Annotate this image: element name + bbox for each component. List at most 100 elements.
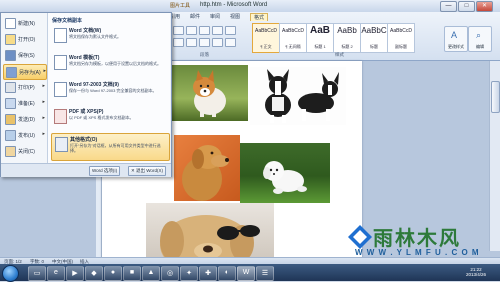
print-icon [5, 82, 16, 93]
menu-item-label: 关闭(C) [18, 149, 35, 155]
style-normal[interactable]: AaBbCcD ¶ 正文 [252, 23, 280, 53]
save-as-word-97-2003[interactable]: Word 97-2003 文档(9) 保存一份与 Word 97-2003 完全… [51, 79, 168, 105]
menu-item-label: 准备(E) [18, 101, 35, 107]
align-right-icon[interactable] [199, 38, 210, 47]
justify-icon[interactable] [212, 38, 223, 47]
open-folder-icon [5, 34, 16, 45]
change-styles-label: 更改样式 [448, 44, 464, 49]
save-as-pdf-xps[interactable]: PDF 或 XPS(P) 以 PDF 或 XPS 格式发布文档副本。 [51, 106, 168, 132]
start-button[interactable] [2, 265, 19, 282]
tab-mailings[interactable]: 邮件 [190, 13, 200, 20]
save-as-word-template[interactable]: Word 模板(T) 将文档另存为模板，以便用于设置以后文档的格式。 [51, 52, 168, 78]
word-options-button[interactable]: Word 选项(I) [89, 166, 121, 176]
white-puppy-photo[interactable] [240, 143, 330, 203]
taskbar-app-4[interactable]: ◆ [85, 266, 103, 281]
maximize-button[interactable]: □ [458, 1, 475, 12]
watermark-url: W W W . Y L M F U . C O M [355, 248, 480, 257]
style-name: 标题 1 [314, 44, 326, 49]
menu-item-label: 打开(O) [18, 37, 36, 43]
menu-item-open[interactable]: 打开(O) [3, 32, 45, 46]
corgi-photo[interactable] [170, 65, 248, 121]
style-subtitle[interactable]: AaBbCcD 副标题 [387, 23, 415, 53]
styles-group-label: 样式 [335, 52, 344, 57]
menu-item-close[interactable]: 关闭(C) [3, 144, 45, 158]
terriers-photo[interactable] [250, 67, 346, 125]
clock-date: 2013/4/26 [466, 272, 487, 277]
tab-view[interactable]: 视图 [230, 13, 240, 20]
align-left-icon[interactable] [173, 38, 184, 47]
taskbar-app-5[interactable]: ● [104, 266, 122, 281]
app-icon: ✦ [186, 270, 192, 277]
close-button[interactable]: ✕ [476, 1, 493, 12]
labrador-sunglasses-photo[interactable] [146, 203, 274, 261]
save-as-submenu: 保存文档副本 Word 文档(W) 将文档保存为默认文件格式。 Word 模板(… [48, 13, 170, 163]
option-title: PDF 或 XPS(P) [69, 109, 104, 115]
numbering-icon[interactable] [186, 26, 197, 35]
paragraph-group-label: 段落 [200, 52, 209, 57]
office-menu-commands: 新建(N) 打开(O) 保存(S) 另存为(A) ▸ 打印(P) ▸ 准备(E)… [1, 13, 48, 163]
app-icon: ◐ [224, 269, 230, 276]
style-heading-1[interactable]: AaB 标题 1 [306, 23, 334, 53]
style-sample: AaBbCcD [390, 28, 412, 34]
publish-icon [5, 130, 16, 141]
folder-icon: ▭ [33, 270, 41, 277]
minimize-button[interactable]: — [440, 1, 457, 12]
app-icon: ◎ [166, 270, 174, 277]
submenu-arrow-icon: ▸ [42, 115, 45, 121]
multilevel-list-icon[interactable] [199, 26, 210, 35]
tab-format[interactable]: 格式 [250, 13, 269, 21]
style-no-spacing[interactable]: AaBbCcD ¶ 无间隔 [279, 23, 307, 53]
style-name: ¶ 正文 [260, 44, 272, 49]
option-description: 将文档保存为默认文件格式。 [69, 34, 121, 39]
taskbar-app-8[interactable]: ◎ [161, 266, 179, 281]
taskbar-app-10[interactable]: ✚ [199, 266, 217, 281]
increase-indent-icon[interactable] [225, 26, 236, 35]
menu-item-send[interactable]: 发送(D) ▸ [3, 112, 45, 126]
menu-item-new[interactable]: 新建(N) [3, 16, 45, 30]
scroll-thumb[interactable] [491, 81, 500, 113]
bullets-icon[interactable] [173, 26, 184, 35]
edit-button[interactable]: ⌕ 编辑 [468, 26, 492, 52]
binoculars-icon: ⌕ [476, 30, 482, 40]
taskbar-app-13[interactable]: ☰ [256, 266, 274, 281]
option-description: 以 PDF 或 XPS 格式发布文档副本。 [69, 115, 134, 120]
style-name: 副标题 [395, 44, 407, 49]
change-styles-button[interactable]: A 更改样式 [444, 26, 468, 52]
line-spacing-icon[interactable] [225, 38, 236, 47]
labrador-image [160, 215, 260, 261]
option-description: 将文档另存为模板，以便用于设置以后文档的格式。 [69, 61, 161, 66]
exit-word-button[interactable]: ✕ 退出 Word(X) [128, 166, 166, 176]
align-center-icon[interactable] [186, 38, 197, 47]
clock[interactable]: 21:22 2013/4/26 [466, 267, 486, 277]
style-title[interactable]: AaBbC 标题 [360, 23, 388, 53]
style-heading-2[interactable]: AaBb 标题 2 [333, 23, 361, 53]
save-as-word-document[interactable]: Word 文档(W) 将文档保存为默认文件格式。 [51, 25, 168, 51]
taskbar-media[interactable]: ▶ [66, 266, 84, 281]
menu-item-save-as[interactable]: 另存为(A) ▸ [3, 64, 47, 80]
retriever-photo[interactable] [174, 135, 240, 201]
terriers-image [265, 69, 339, 123]
menu-item-print[interactable]: 打印(P) ▸ [3, 80, 45, 94]
tab-review[interactable]: 审阅 [210, 13, 220, 20]
menu-item-publish[interactable]: 发布(U) ▸ [3, 128, 45, 142]
menu-item-label: 另存为(A) [19, 70, 41, 76]
taskbar-app-9[interactable]: ✦ [180, 266, 198, 281]
taskbar-app-6[interactable]: ■ [123, 266, 141, 281]
app-icon: ▲ [147, 269, 155, 276]
taskbar-word[interactable]: W [237, 266, 255, 281]
save-as-other-formats[interactable]: 其他格式(O) 打开“另存为”对话框，从所有可用文件类型中进行选择。 [51, 133, 170, 161]
taskbar-ie[interactable]: e [47, 266, 65, 281]
decrease-indent-icon[interactable] [212, 26, 223, 35]
style-name: ¶ 无间隔 [285, 44, 301, 49]
taskbar-app-7[interactable]: ▲ [142, 266, 160, 281]
app-icon: ✚ [205, 270, 211, 277]
word-template-icon [54, 55, 67, 70]
menu-item-prepare[interactable]: 准备(E) ▸ [3, 96, 45, 110]
window-title: http.htm - Microsoft Word [200, 2, 268, 8]
save-as-icon [6, 67, 17, 78]
menu-item-save[interactable]: 保存(S) [3, 48, 45, 62]
app-icon: ● [110, 269, 116, 276]
edit-label: 编辑 [476, 44, 484, 49]
taskbar-app-11[interactable]: ◐ [218, 266, 236, 281]
taskbar-explorer[interactable]: ▭ [28, 266, 46, 281]
